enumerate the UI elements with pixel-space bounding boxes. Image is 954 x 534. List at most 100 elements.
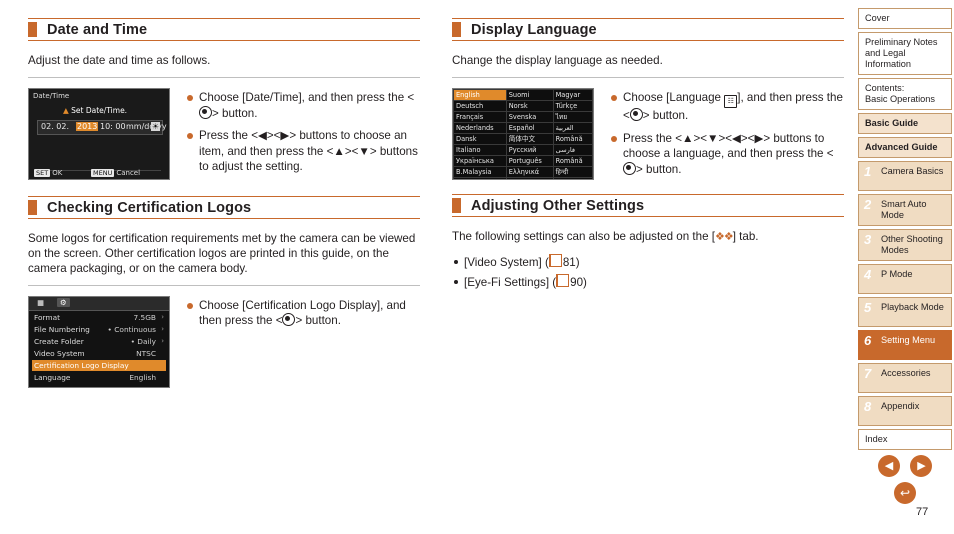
language-cell: Polski <box>505 177 554 179</box>
chapter-label: Other Shooting Modes <box>881 234 943 255</box>
chapter-number: 8 <box>864 399 872 414</box>
list-item-close: ) <box>583 276 587 289</box>
menu-row: Language English <box>34 372 156 382</box>
chapter-label: P Mode <box>881 269 913 279</box>
list-item-label: [Eye-Fi Settings] ( <box>464 276 557 289</box>
heading-marker-icon <box>28 22 37 37</box>
language-cell: Indonesian <box>453 177 507 179</box>
display-language-block: English Suomi Magyar Deutsch Norsk Türkç… <box>452 88 844 184</box>
chapter-number: 1 <box>864 164 872 179</box>
page-ref-icon <box>548 254 562 267</box>
list-item-label: [Video System] ( <box>464 256 549 269</box>
sidebar-item-setting-menu[interactable]: 6 Setting Menu <box>858 330 952 360</box>
menu-tab-shooting-icon: ■ <box>37 297 45 307</box>
language-row: Indonesian Polski 日本語 <box>453 177 593 179</box>
date-time-block: Date/Time ▲ Set Date/Time. 02. 02. 2013 … <box>28 88 420 182</box>
menu-tab-bar: ■ ⚙ <box>29 296 169 311</box>
camera-screenshot-date-time: Date/Time ▲ Set Date/Time. 02. 02. 2013 … <box>28 88 170 180</box>
sidebar-item-index[interactable]: Index <box>858 429 952 450</box>
next-page-button[interactable]: ▶ <box>910 455 933 477</box>
chapter-number: 5 <box>864 300 872 315</box>
prev-page-button[interactable]: ◀ <box>878 455 900 477</box>
chapter-label: Setting Menu <box>881 335 936 345</box>
language-cell: فارسی <box>552 144 593 156</box>
divider <box>28 77 420 78</box>
bullet-text: Press the <◀><▶> buttons to choose an it… <box>199 129 418 173</box>
sidebar-item-basic-guide[interactable]: Basic Guide <box>858 113 952 134</box>
language-cell: Română <box>552 155 593 167</box>
func-set-icon <box>199 105 212 119</box>
chapter-label: Accessories <box>881 368 931 378</box>
menu-row: Video System NTSC <box>34 348 156 358</box>
func-set-icon <box>282 313 296 326</box>
section-title: Checking Certification Logos <box>47 199 252 216</box>
sidebar-item-advanced-guide[interactable]: Advanced Guide <box>858 137 952 158</box>
section-heading-other-settings: Adjusting Other Settings <box>452 194 844 217</box>
bullet-item: Press the <▲><▼><◀><▶> buttons to choose… <box>610 131 844 178</box>
language-cell: Укpаїнська <box>453 155 507 167</box>
language-cell: Русский <box>505 144 554 156</box>
menu-row: Format 7.5GB › <box>34 312 164 322</box>
sidebar-item-preliminary-notes[interactable]: Preliminary Notes and Legal Information <box>858 32 952 75</box>
bullet-text-tail: > button. <box>636 162 682 176</box>
chapter-number: 7 <box>864 366 872 381</box>
language-row: B.Malaysia Ελληνικά हिन्दी <box>453 166 593 178</box>
dt-set-label: ▲ Set Date/Time. <box>63 106 128 115</box>
bullet-text-tail: > button. <box>295 314 341 327</box>
dt-field-format: mm/dd/yy <box>126 122 167 131</box>
menu-row-highlighted: Certification Logo Display <box>32 359 166 371</box>
dt-footer-menu: MENU Cancel <box>91 169 141 177</box>
sidebar-item-camera-basics[interactable]: 1 Camera Basics <box>858 161 952 191</box>
certification-bullets: Choose [Certification Logo Display], and… <box>186 296 420 336</box>
func-set-icon <box>623 161 636 175</box>
chapter-label: Smart Auto Mode <box>881 199 927 220</box>
dt-header: Date/Time <box>33 92 70 100</box>
language-row: Deutsch Norsk Türkçe <box>453 100 593 112</box>
language-cell: Português <box>505 155 554 167</box>
sidebar-item-cover[interactable]: Cover <box>858 8 952 29</box>
language-cell: ไทย <box>552 111 593 123</box>
page-number: 77 <box>916 506 929 518</box>
dt-field-sun-icon: ☀ <box>150 122 160 131</box>
sidebar-navigation: Cover Preliminary Notes and Legal Inform… <box>858 8 952 453</box>
back-button[interactable]: ↩ <box>894 482 916 504</box>
language-cell: Norsk <box>505 100 554 112</box>
intro-text-tail: ] tab. <box>732 230 759 243</box>
sidebar-item-contents[interactable]: Contents: Basic Operations <box>858 78 952 110</box>
sidebar-item-p-mode[interactable]: 4 P Mode <box>858 264 952 294</box>
language-cell: हिन्दी <box>552 166 593 178</box>
menu-tab-settings-icon: ⚙ <box>57 297 70 307</box>
sidebar-item-accessories[interactable]: 7 Accessories <box>858 363 952 393</box>
language-cell: B.Malaysia <box>453 166 507 178</box>
bullet-text-tail: > button. <box>212 106 258 120</box>
chapter-label: Playback Mode <box>881 302 944 312</box>
language-cell: Magyar <box>552 89 593 101</box>
sidebar-item-smart-auto-mode[interactable]: 2 Smart Auto Mode <box>858 194 952 226</box>
list-item-ref: 90 <box>570 276 584 289</box>
language-globe-icon: ☷ <box>724 95 738 108</box>
bullet-text: Choose [Language <box>623 91 725 104</box>
language-row: Укpаїнська Português Română <box>453 155 593 167</box>
section-heading-certification-logos: Checking Certification Logos <box>28 195 420 219</box>
language-cell: Español <box>505 122 554 134</box>
sidebar-item-other-shooting-modes[interactable]: 3 Other Shooting Modes <box>858 229 952 261</box>
language-row: Dansk 简体中文 Română <box>453 133 593 145</box>
list-item-ref: 81 <box>562 256 576 269</box>
intro-text: The following settings can also be adjus… <box>452 230 715 243</box>
sidebar-item-appendix[interactable]: 8 Appendix <box>858 396 952 426</box>
bullet-item: Choose [Language ☷], and then press the … <box>610 90 844 124</box>
section-heading-date-time: Date and Time <box>28 18 420 41</box>
section-intro: Change the display language as needed. <box>452 54 663 67</box>
divider <box>28 284 420 286</box>
section-title: Date and Time <box>47 22 148 38</box>
list-item-close: ) <box>575 256 580 269</box>
language-cell: Italiano <box>453 144 507 156</box>
language-cell: Türkçe <box>552 100 593 112</box>
language-cell-selected: English <box>453 89 507 101</box>
bullet-item: Choose [Date/Time], and then press the <… <box>186 90 420 121</box>
language-cell: 简体中文 <box>505 133 554 145</box>
sidebar-item-playback-mode[interactable]: 5 Playback Mode <box>858 297 952 327</box>
language-row: Nederlands Español العربية <box>453 122 593 134</box>
language-cell: Ελληνικά <box>505 166 554 178</box>
dt-field-time: 10: 00 <box>100 122 126 131</box>
